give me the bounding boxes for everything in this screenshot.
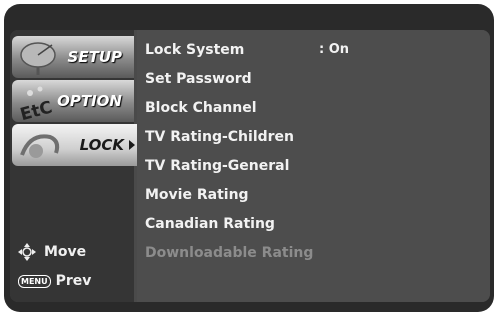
menu-item-label: TV Rating-Children xyxy=(145,129,295,145)
tab-option[interactable]: EtC OPTION xyxy=(12,80,134,122)
svg-text:EtC: EtC xyxy=(18,98,54,121)
lock-icon xyxy=(20,134,60,158)
legend-prev: MENU Prev xyxy=(18,273,91,289)
legend-move: Move xyxy=(18,243,86,261)
menu-item-label: Block Channel xyxy=(145,100,257,116)
menu-item-label: Movie Rating xyxy=(145,187,249,203)
menu-item-lock-system[interactable]: Lock System xyxy=(145,42,244,58)
menu-item-set-password[interactable]: Set Password xyxy=(145,71,252,87)
menu-item-canadian-rating[interactable]: Canadian Rating xyxy=(145,216,275,232)
menu-item-label: Downloadable Rating xyxy=(145,245,314,261)
menu-item-tv-rating-children[interactable]: TV Rating-Children xyxy=(145,129,294,145)
sidebar: SETUP EtC OPTION LOCK Move MENU Prev xyxy=(10,30,138,302)
tab-setup-label: SETUP xyxy=(67,48,122,66)
legend-prev-label: Prev xyxy=(55,273,92,289)
legend-move-label: Move xyxy=(44,244,87,260)
menu-item-label: Set Password xyxy=(145,71,252,87)
menu-button-icon: MENU xyxy=(18,274,51,288)
menu-item-label: Canadian Rating xyxy=(145,216,275,232)
menu-item-label: TV Rating-General xyxy=(145,158,290,174)
tab-lock[interactable]: LOCK xyxy=(12,124,138,166)
chevron-right-icon xyxy=(129,140,135,150)
menu-item-label: Lock System xyxy=(145,42,245,58)
tab-setup[interactable]: SETUP xyxy=(12,36,134,78)
tab-lock-label: LOCK xyxy=(79,136,124,154)
osd-screen: SETUP EtC OPTION LOCK Move MENU Prev Loc… xyxy=(10,30,490,302)
menu-item-movie-rating[interactable]: Movie Rating xyxy=(145,187,249,203)
satellite-dish-icon xyxy=(20,42,56,75)
navigation-pad-icon xyxy=(18,243,36,261)
menu-item-downloadable-rating: Downloadable Rating xyxy=(145,245,313,261)
lock-system-value: : On xyxy=(319,42,350,57)
lock-menu: Lock System : On Set Password Block Chan… xyxy=(137,30,490,302)
tab-option-label: OPTION xyxy=(57,92,122,110)
menu-item-tv-rating-general[interactable]: TV Rating-General xyxy=(145,158,289,174)
menu-item-block-channel[interactable]: Block Channel xyxy=(145,100,257,116)
